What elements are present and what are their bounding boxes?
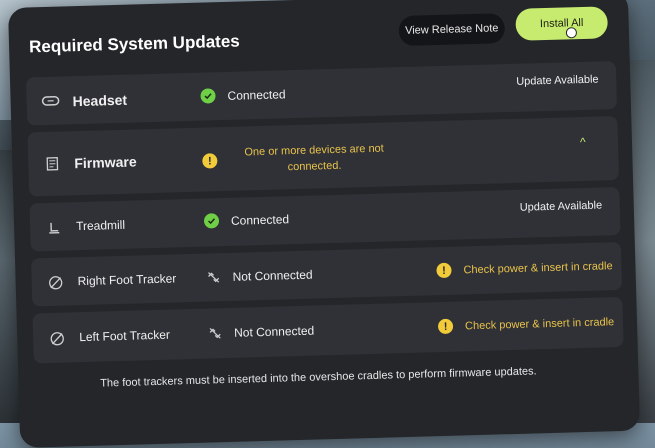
device-name: Right Foot Tracker [77,271,176,288]
view-release-note-button[interactable]: View Release Note [398,13,505,46]
device-name: Headset [72,92,127,110]
device-status: ! One or more devices are not connected. [202,140,400,177]
warning-icon: ! [438,319,453,334]
device-status: Connected [204,211,289,228]
device-status-text: Connected [231,212,289,228]
device-status-text: One or more devices are not connected. [229,140,400,177]
device-hint-text: Check power & insert in cradle [463,260,612,276]
warning-icon: ! [436,263,451,278]
device-row-right-foot-tracker[interactable]: Right Foot Tracker Not Connected ! Check… [31,242,622,306]
unlink-icon [205,269,220,284]
update-available-label: Update Available [520,199,603,213]
footer-note: The foot trackers must be inserted into … [58,364,578,391]
device-hint-text: Check power & insert in cradle [465,316,614,332]
check-icon [200,88,215,103]
treadmill-icon [44,218,65,239]
device-hint: ! Check power & insert in cradle [438,314,615,334]
install-all-label: Install All [540,17,584,30]
device-name: Firmware [74,153,137,171]
unlink-icon [207,325,222,340]
tracker-off-icon [47,328,68,349]
install-all-button[interactable]: Install All [515,6,608,41]
device-row-firmware[interactable]: Firmware ! One or more devices are not c… [27,116,619,196]
device-name: Left Foot Tracker [79,328,170,345]
headset-icon [40,91,61,112]
device-status: Connected [200,86,285,103]
tracker-off-icon [45,273,66,294]
chevron-up-icon[interactable]: ^ [580,135,586,149]
update-available-label: Update Available [516,74,599,88]
panel-title: Required System Updates [29,32,240,58]
device-status: Not Connected [207,323,314,341]
warning-icon: ! [202,153,217,168]
device-status-text: Connected [227,87,285,103]
check-icon [204,213,219,228]
device-name: Treadmill [76,218,125,233]
device-row-left-foot-tracker[interactable]: Left Foot Tracker Not Connected ! Check … [33,297,624,363]
device-status-text: Not Connected [234,323,314,339]
device-row-treadmill[interactable]: Treadmill Connected Update Available [29,187,620,251]
system-updates-panel: Required System Updates View Release Not… [8,0,640,448]
device-row-headset[interactable]: Headset Connected Update Available [26,61,617,125]
device-hint: ! Check power & insert in cradle [436,258,613,278]
device-status: Not Connected [205,267,312,285]
device-status-text: Not Connected [232,267,312,283]
firmware-icon [42,154,63,175]
pointer-cursor-dot [566,27,577,38]
